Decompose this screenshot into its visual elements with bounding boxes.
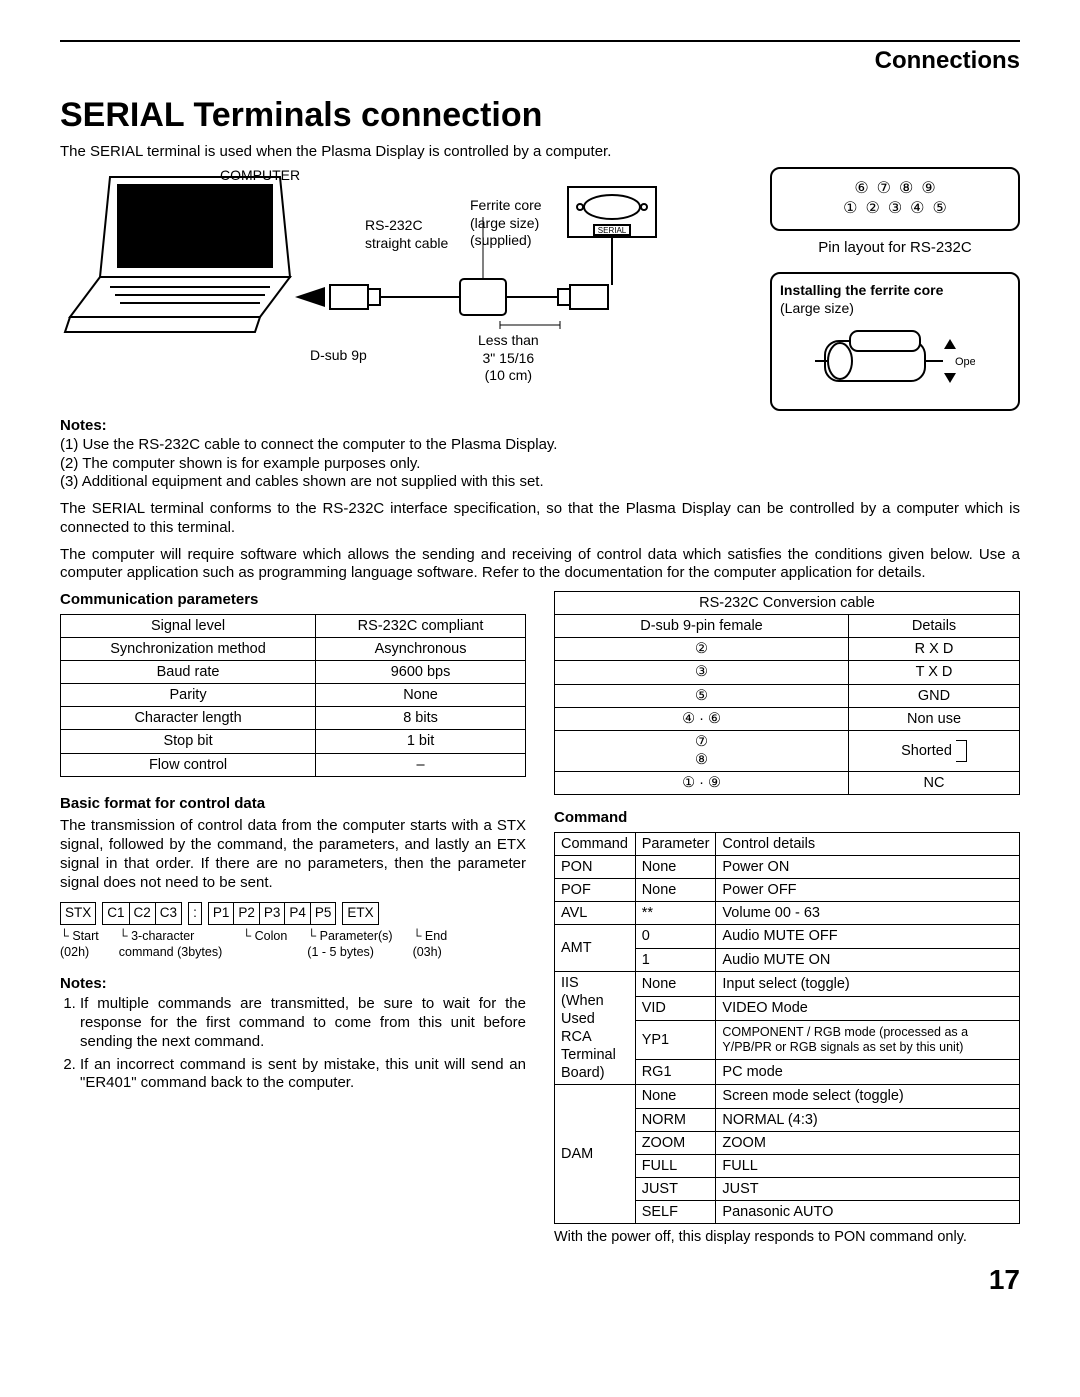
label-ferrite: Ferrite core (large size) (supplied) [470, 197, 542, 250]
pin-layout-caption: Pin layout for RS-232C [770, 239, 1020, 258]
command-heading: Command [554, 809, 1020, 828]
format-diagram: STX C1 C2 C3 : P1 P2 P3 P4 P5 ETX └ Star… [60, 902, 526, 960]
notes-label-bottom: Notes: [60, 975, 526, 994]
basic-format-text: The transmission of control data from th… [60, 817, 526, 892]
page-title: SERIAL Terminals connection [60, 94, 1020, 137]
section-header: Connections [60, 46, 1020, 76]
command-table: Command Parameter Control details PONNon… [554, 832, 1020, 1224]
label-computer: COMPUTER [220, 167, 300, 185]
ferrite-install-box: Installing the ferrite core (Large size)… [770, 272, 1020, 411]
comm-params-heading: Communication parameters [60, 591, 526, 610]
command-footnote: With the power off, this display respond… [554, 1228, 1020, 1246]
comm-params-table: Signal levelRS-232C compliant Synchroniz… [60, 614, 526, 777]
intro-text: The SERIAL terminal is used when the Pla… [60, 143, 1020, 162]
paragraph-1: The SERIAL terminal conforms to the RS-2… [60, 500, 1020, 538]
conversion-cable-table: RS-232C Conversion cable D-sub 9-pin fem… [554, 591, 1020, 795]
basic-format-heading: Basic format for control data [60, 795, 526, 814]
notes-label-top: Notes: [60, 417, 1020, 436]
paragraph-2: The computer will require software which… [60, 546, 1020, 584]
label-dsub: D-sub 9p [310, 347, 367, 365]
label-lessthan: Less than 3" 15/16 (10 cm) [478, 332, 539, 385]
svg-text:Open: Open [955, 356, 975, 368]
notes-top: (1) Use the RS-232C cable to connect the… [60, 436, 1020, 492]
connection-diagram: SERIAL [60, 167, 680, 392]
page-number: 17 [60, 1262, 1020, 1297]
svg-text:SERIAL: SERIAL [598, 226, 627, 235]
notes-bottom: If multiple commands are transmitted, be… [60, 995, 526, 1093]
pin-layout-box: ⑥ ⑦ ⑧ ⑨ ① ② ③ ④ ⑤ [770, 167, 1020, 231]
label-cable: RS-232C straight cable [365, 217, 448, 252]
